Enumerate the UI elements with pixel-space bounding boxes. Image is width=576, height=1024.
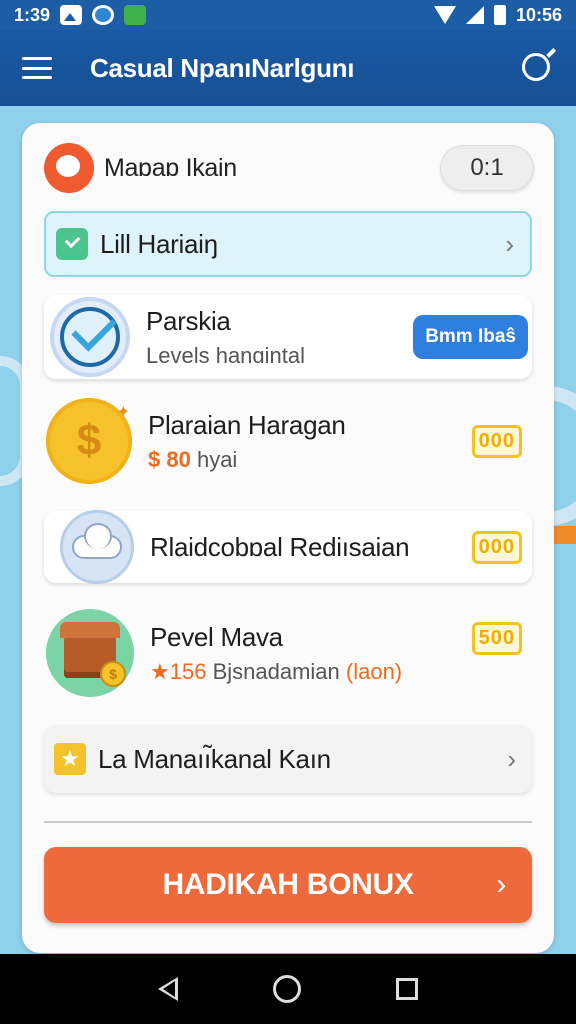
list-item-parskia[interactable]: Parskia Levels hanɑintal Bmm Ibaŝ: [44, 295, 532, 379]
back-icon[interactable]: [157, 977, 178, 1001]
item-subtitle-text: hyai: [196, 446, 238, 472]
status-time-right: 10:56: [515, 4, 562, 25]
item-title: Rlaidcobɒal Rediısaian: [150, 531, 410, 562]
card-header: Maɒaɒ Ikain 0:1: [44, 143, 534, 193]
coin-icon: $: [100, 661, 126, 687]
reward-badge: 000: [471, 530, 522, 564]
highlight-row-title: Lill Hariaiŋ: [100, 228, 218, 259]
list-item-text: Rlaidcobɒal Rediısaian: [150, 531, 410, 563]
app-notification-icon: [92, 5, 115, 25]
star-square-icon: ★: [54, 743, 86, 775]
list-item-cloud[interactable]: Rlaidcobɒal Rediısaian 000: [44, 510, 532, 584]
list-item-text: Parskia Levels hanɑintal: [146, 306, 305, 369]
wifi-icon: [433, 6, 456, 24]
item-subtitle-text: Bjsnadamian: [212, 658, 340, 684]
bottom-row-title: La Manaıı̃kanal Kaın: [98, 743, 331, 774]
item-title: Plaraian Haragan: [148, 409, 346, 440]
item-price: $ 80: [148, 446, 191, 472]
star-rating: ★1: [150, 658, 182, 684]
search-icon[interactable]: [520, 47, 556, 85]
divider: [44, 821, 532, 823]
reward-badge: 000: [471, 424, 522, 458]
item-action-button[interactable]: Bmm Ibaŝ: [413, 315, 528, 359]
game-notification-icon: [124, 5, 147, 25]
item-subtitle: Levels hanɑintal: [146, 342, 306, 368]
item-subtitle: $ 80 hyai: [148, 447, 346, 473]
recent-apps-icon[interactable]: [396, 978, 419, 1000]
list-item-chest[interactable]: $ Pevel Mava ★156 Bjsnadamian (laon) 500: [44, 603, 532, 703]
status-time-left: 1:39: [14, 4, 51, 25]
main-card: Maɒaɒ Ikain 0:1 Lill Hariaiŋ › Parskia L…: [22, 123, 554, 953]
home-icon[interactable]: [272, 975, 301, 1003]
chevron-right-icon: ›: [507, 743, 516, 774]
list-item-text: Pevel Mava ★156 Bjsnadamian (laon): [150, 622, 402, 685]
star-count: 56: [181, 658, 207, 684]
bottom-row[interactable]: ★ La Manaıı̃kanal Kaın ›: [44, 725, 532, 793]
app-title: Casual NpanıNarlgunı: [90, 52, 355, 83]
gallery-notification-icon: [60, 5, 83, 25]
hamburger-menu-icon[interactable]: [22, 57, 52, 79]
status-bar: 1:39 10:56: [0, 0, 576, 30]
dollar-coin-icon: $ ✦: [46, 398, 132, 484]
bonus-button-label: HADIKAH BONUX: [162, 868, 414, 901]
chevron-right-icon: ›: [505, 228, 514, 259]
list-item-coin[interactable]: $ ✦ Plaraian Haragan $ 80 hyai 000: [44, 391, 532, 491]
checkmark-circle-icon: [50, 297, 130, 377]
signal-icon: [465, 6, 484, 24]
cloud-icon: [60, 510, 134, 584]
item-subtitle-suffix: (laon): [345, 658, 403, 684]
item-subtitle: ★156 Bjsnadamian (laon): [150, 659, 402, 685]
battery-icon: [493, 5, 506, 25]
status-left: 1:39: [14, 4, 147, 26]
system-nav-bar: [0, 954, 576, 1024]
item-title: Pevel Mava: [150, 621, 283, 652]
bonus-button[interactable]: HADIKAH BONUX ›: [44, 847, 532, 923]
check-square-icon: [56, 228, 88, 260]
app-bar: Casual NpanıNarlgunı: [0, 30, 576, 106]
item-title: Parskia: [146, 305, 231, 336]
reward-badge: 500: [471, 621, 522, 655]
chevron-right-icon: ›: [496, 868, 506, 901]
chat-bubble-icon: [44, 143, 94, 193]
counter-pill[interactable]: 0:1: [440, 145, 534, 191]
card-title: Maɒaɒ Ikain: [104, 153, 237, 182]
status-right: 10:56: [433, 4, 562, 26]
treasure-chest-icon: $: [46, 609, 134, 697]
list-item-text: Plaraian Haragan $ 80 hyai: [148, 410, 346, 473]
highlight-row[interactable]: Lill Hariaiŋ ›: [44, 211, 532, 277]
